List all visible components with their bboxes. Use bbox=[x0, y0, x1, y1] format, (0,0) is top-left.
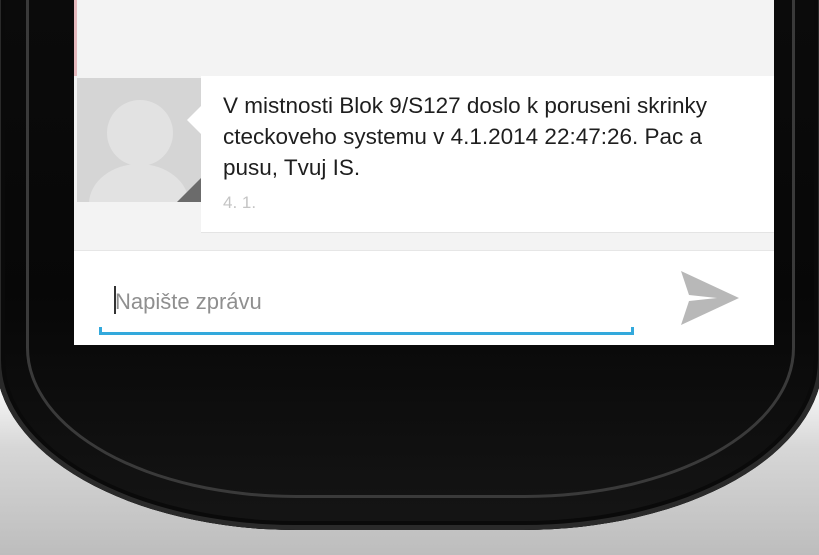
text-cursor bbox=[114, 286, 116, 314]
input-underline-right-tick bbox=[631, 327, 634, 335]
input-underline bbox=[99, 332, 634, 335]
send-button[interactable] bbox=[677, 267, 741, 329]
screen-edge-highlight bbox=[74, 0, 77, 76]
message-date: 4. 1. bbox=[223, 193, 257, 212]
phone-screen: V mistnosti Blok 9/S127 doslo k poruseni… bbox=[74, 0, 774, 345]
bubble-tail bbox=[187, 106, 201, 134]
avatar-body-shape bbox=[89, 164, 189, 202]
compose-bar bbox=[74, 251, 774, 345]
avatar-corner-triangle bbox=[177, 178, 201, 202]
message-input[interactable] bbox=[99, 269, 634, 335]
input-underline-left-tick bbox=[99, 327, 102, 335]
compose-input-wrap bbox=[99, 269, 634, 335]
message-bubble[interactable]: V mistnosti Blok 9/S127 doslo k poruseni… bbox=[187, 76, 774, 233]
message-text: V mistnosti Blok 9/S127 doslo k poruseni… bbox=[223, 93, 707, 180]
send-icon bbox=[681, 271, 739, 325]
contact-avatar[interactable] bbox=[77, 78, 201, 202]
message-row[interactable]: V mistnosti Blok 9/S127 doslo k poruseni… bbox=[74, 76, 774, 234]
avatar-head-shape bbox=[107, 100, 173, 166]
